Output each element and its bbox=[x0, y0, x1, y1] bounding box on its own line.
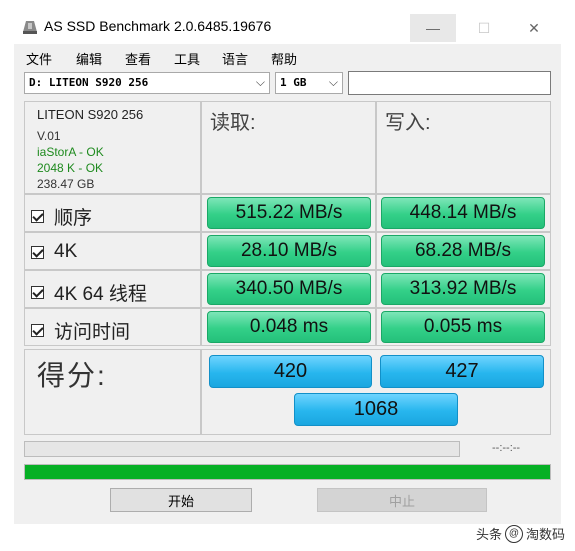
chevron-down-icon: ⌵ bbox=[328, 75, 338, 89]
access-write-cell: 0.055 ms bbox=[376, 308, 551, 346]
score-total: 1068 bbox=[294, 393, 458, 426]
watermark-prefix: 头条 bbox=[475, 527, 502, 542]
score-label: 得分: bbox=[37, 360, 107, 391]
drive-info-panel: LITEON S920 256 V.01 iaStorA - OK 2048 K… bbox=[24, 101, 201, 194]
watermark: 头条 @ 淘数码 bbox=[476, 524, 565, 543]
access-write-result: 0.055 ms bbox=[381, 311, 545, 343]
menu-tools[interactable]: 工具 bbox=[174, 49, 200, 68]
menu-bar: 文件 编辑 查看 工具 语言 帮助 bbox=[14, 46, 561, 68]
close-button[interactable]: ✕ bbox=[511, 14, 557, 42]
chevron-down-icon: ⌵ bbox=[255, 75, 265, 89]
read-header: 读取: bbox=[210, 112, 256, 134]
menu-help[interactable]: 帮助 bbox=[271, 49, 297, 68]
size-select[interactable]: 1 GB ⌵ bbox=[275, 72, 343, 94]
app-window: AS SSD Benchmark 2.0.6485.19676 — ☐ ✕ 文件… bbox=[14, 10, 561, 524]
seq-write-result: 448.14 MB/s bbox=[381, 197, 545, 229]
menu-file[interactable]: 文件 bbox=[26, 49, 52, 68]
disk-icon bbox=[23, 21, 37, 34]
seq-read-result: 515.22 MB/s bbox=[207, 197, 371, 229]
checkbox-4k64[interactable] bbox=[31, 286, 44, 299]
drive-select[interactable]: D: LITEON S920 256 ⌵ bbox=[24, 72, 270, 94]
4k-read-cell: 28.10 MB/s bbox=[201, 232, 376, 270]
4k64-checkbox-label[interactable]: 4K 64 线程 bbox=[31, 279, 147, 306]
test-label: 4K bbox=[54, 241, 78, 262]
seq-checkbox-label[interactable]: 顺序 bbox=[31, 203, 92, 230]
overall-progress-fill bbox=[25, 465, 550, 479]
menu-language[interactable]: 语言 bbox=[222, 49, 248, 68]
test-label: 顺序 bbox=[54, 208, 93, 229]
test-row-4k64: 4K 64 线程 bbox=[24, 270, 201, 308]
results-grid: LITEON S920 256 V.01 iaStorA - OK 2048 K… bbox=[24, 101, 551, 435]
access-read-result: 0.048 ms bbox=[207, 311, 371, 343]
minimize-button[interactable]: — bbox=[410, 14, 456, 42]
menu-edit[interactable]: 编辑 bbox=[76, 49, 102, 68]
4k-write-result: 68.28 MB/s bbox=[381, 235, 545, 267]
write-header-cell: 写入: bbox=[376, 101, 551, 194]
test-row-4k: 4K bbox=[24, 232, 201, 270]
drive-model: LITEON S920 256 bbox=[37, 107, 144, 122]
score-label-cell: 得分: bbox=[24, 349, 201, 435]
4k64-write-cell: 313.92 MB/s bbox=[376, 270, 551, 308]
test-label: 4K 64 线程 bbox=[54, 284, 147, 305]
score-read: 420 bbox=[209, 355, 372, 388]
watermark-name: 淘数码 bbox=[525, 527, 565, 542]
drive-firmware: V.01 bbox=[37, 129, 61, 143]
4k-checkbox-label[interactable]: 4K bbox=[31, 241, 77, 263]
checkbox-access[interactable] bbox=[31, 324, 44, 337]
score-write: 427 bbox=[380, 355, 544, 388]
access-checkbox-label[interactable]: 访问时间 bbox=[31, 317, 130, 344]
4k64-write-result: 313.92 MB/s bbox=[381, 273, 545, 305]
checkbox-4k[interactable] bbox=[31, 245, 44, 259]
stop-button[interactable]: 中止 bbox=[317, 488, 487, 512]
elapsed-time: --:--:-- bbox=[492, 442, 521, 454]
read-header-cell: 读取: bbox=[201, 101, 376, 194]
drive-select-value: D: LITEON S920 256 bbox=[29, 76, 149, 89]
alignment-status: 2048 K - OK bbox=[37, 161, 104, 175]
window-title: AS SSD Benchmark 2.0.6485.19676 bbox=[44, 18, 272, 34]
maximize-button[interactable]: ☐ bbox=[461, 14, 507, 42]
start-button[interactable]: 开始 bbox=[110, 488, 252, 512]
seq-write-cell: 448.14 MB/s bbox=[376, 194, 551, 232]
menu-view[interactable]: 查看 bbox=[125, 49, 151, 68]
write-header: 写入: bbox=[385, 112, 431, 134]
title-bar: AS SSD Benchmark 2.0.6485.19676 — ☐ ✕ bbox=[14, 10, 561, 44]
driver-status: iaStorA - OK bbox=[37, 145, 104, 159]
extra-field[interactable] bbox=[348, 71, 551, 95]
4k64-read-cell: 340.50 MB/s bbox=[201, 270, 376, 308]
access-read-cell: 0.048 ms bbox=[201, 308, 376, 346]
4k64-read-result: 340.50 MB/s bbox=[207, 273, 371, 305]
4k-read-result: 28.10 MB/s bbox=[207, 235, 371, 267]
overall-progress-bar bbox=[24, 464, 551, 480]
test-row-seq: 顺序 bbox=[24, 194, 201, 232]
size-select-value: 1 GB bbox=[280, 76, 307, 89]
score-cell: 420 427 1068 bbox=[201, 349, 551, 435]
drive-capacity: 238.47 GB bbox=[37, 177, 95, 191]
test-label: 访问时间 bbox=[54, 322, 131, 343]
test-row-access: 访问时间 bbox=[24, 308, 201, 346]
current-progress-bar bbox=[24, 441, 460, 457]
watermark-icon: @ bbox=[504, 524, 523, 543]
seq-read-cell: 515.22 MB/s bbox=[201, 194, 376, 232]
4k-write-cell: 68.28 MB/s bbox=[376, 232, 551, 270]
checkbox-seq[interactable] bbox=[31, 210, 44, 223]
